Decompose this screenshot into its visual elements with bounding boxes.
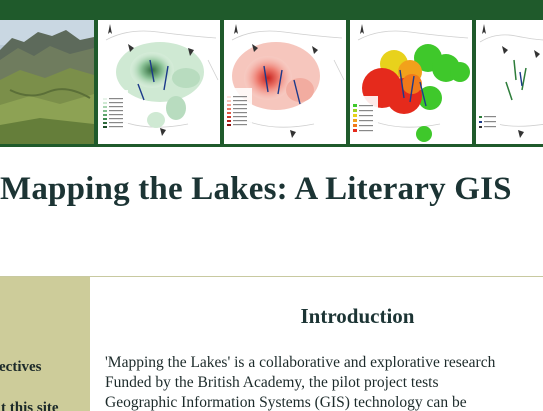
intro-line: 'Mapping the Lakes' is a collaborative a… [105,354,496,371]
main-content: Introduction 'Mapping the Lakes' is a co… [90,277,543,411]
sidebar-item-objectives[interactable]: Objectives [0,356,90,378]
feature-map-image [478,24,543,138]
sidebar-item-about[interactable]: About this site [0,397,90,411]
density-map-green [98,20,220,144]
sidebar-nav: Objectives About this site [0,277,90,411]
green-density-map-image [102,24,219,140]
density-map-red [224,20,346,144]
percentage-map-image [352,24,470,142]
feature-map [476,20,543,144]
lake-district-photo [0,20,94,144]
intro-heading: Introduction [300,304,415,328]
landscape-photo-image [0,20,94,144]
site-title: Mapping the Lakes: A Literary GIS [0,171,512,207]
intro-line: Geographic Information Systems (GIS) tec… [105,394,467,411]
intro-paragraph: 'Mapping the Lakes' is a collaborative a… [105,353,543,411]
percentage-map [350,20,472,144]
red-density-map-image [226,24,345,140]
intro-line: Funded by the British Academy, the pilot… [105,374,439,391]
header-banner [0,0,543,147]
sidebar-item-label: Objectives [0,359,42,375]
sidebar-item-label: About this site [0,400,59,411]
